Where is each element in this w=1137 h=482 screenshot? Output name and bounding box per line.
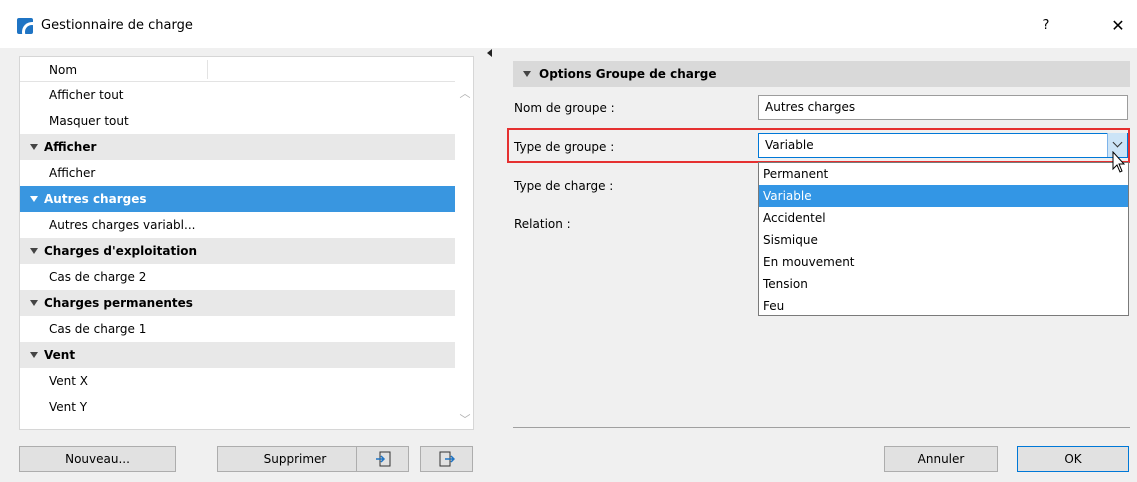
tree-row-label: Vent — [44, 348, 76, 362]
expand-triangle-icon[interactable] — [30, 196, 38, 202]
group-name-label: Nom de groupe : — [514, 101, 615, 115]
ok-button[interactable]: OK — [1017, 446, 1129, 472]
expand-triangle-icon[interactable] — [30, 144, 38, 150]
tree-item-row[interactable]: Vent Y — [20, 394, 455, 420]
tree-column-header[interactable]: Nom — [20, 57, 455, 82]
group-type-label: Type de groupe : — [514, 140, 615, 154]
tree-row-label: Autres charges — [44, 192, 147, 206]
tree-row-label: Afficher tout — [49, 88, 124, 102]
tree-row-label: Cas de charge 1 — [49, 322, 147, 336]
tree-group-row[interactable]: Charges permanentes — [20, 290, 455, 316]
load-group-tree[interactable]: Nom Afficher tout Masquer tout Afficher Aff… — [19, 56, 474, 430]
tree-item-row[interactable]: Vent X — [20, 368, 455, 394]
group-type-select[interactable]: Variable — [758, 133, 1128, 158]
dropdown-option[interactable]: Sismique — [759, 229, 1128, 251]
tree-row-label: Afficher — [49, 166, 96, 180]
expand-triangle-icon[interactable] — [30, 248, 38, 254]
import-icon — [375, 451, 390, 467]
dropdown-option[interactable]: Variable — [759, 185, 1128, 207]
export-button[interactable] — [420, 446, 473, 472]
tree-rows: Afficher tout Masquer tout Afficher Affiche… — [20, 82, 455, 420]
tree-item-row[interactable]: Cas de charge 1 — [20, 316, 455, 342]
dropdown-option[interactable]: Tension — [759, 273, 1128, 295]
column-separator[interactable] — [207, 60, 208, 79]
title-bar: Gestionnaire de charge ? ✕ — [0, 0, 1137, 48]
tree-group-row[interactable]: Vent — [20, 342, 455, 368]
tree-row-label: Charges d'exploitation — [44, 244, 198, 258]
tree-item-row[interactable]: Afficher — [20, 160, 455, 186]
divider — [513, 427, 1130, 428]
export-icon — [439, 451, 455, 467]
tree-group-row[interactable]: Autres charges — [20, 186, 455, 212]
dropdown-option[interactable]: Feu — [759, 295, 1128, 317]
close-button[interactable]: ✕ — [1104, 14, 1132, 38]
expand-triangle-icon — [523, 71, 531, 77]
group-type-dropdown-list[interactable]: Permanent Variable Accidentel Sismique En mo… — [758, 162, 1129, 316]
options-section-header[interactable]: Options Groupe de charge — [513, 61, 1130, 87]
delete-button[interactable]: Supprimer — [217, 446, 373, 472]
tree-row-label: Vent Y — [49, 400, 88, 414]
tree-item-row[interactable]: Masquer tout — [20, 108, 455, 134]
window-title: Gestionnaire de charge — [41, 18, 193, 33]
load-type-label: Type de charge : — [514, 179, 614, 193]
tree-item-row[interactable]: Autres charges variabl... — [20, 212, 455, 238]
dropdown-option[interactable]: Accidentel — [759, 207, 1128, 229]
scroll-up-icon[interactable]: ︿ — [458, 85, 472, 100]
cancel-button[interactable]: Annuler — [884, 446, 998, 472]
app-icon — [17, 18, 33, 34]
tree-row-label: Autres charges variabl... — [49, 218, 196, 232]
new-button[interactable]: Nouveau... — [19, 446, 176, 472]
tree-row-label: Masquer tout — [49, 114, 129, 128]
expand-triangle-icon[interactable] — [30, 300, 38, 306]
tree-group-row[interactable]: Charges d'exploitation — [20, 238, 455, 264]
tree-group-row[interactable]: Afficher — [20, 134, 455, 160]
dropdown-option[interactable]: Permanent — [759, 163, 1128, 185]
dropdown-option[interactable]: En mouvement — [759, 251, 1128, 273]
tree-item-row[interactable]: Cas de charge 2 — [20, 264, 455, 290]
relation-label: Relation : — [514, 217, 571, 231]
scroll-down-icon[interactable]: ﹀ — [458, 411, 472, 426]
tree-row-label: Vent X — [49, 374, 89, 388]
tree-row-label: Charges permanentes — [44, 296, 193, 310]
group-name-input[interactable]: Autres charges — [758, 95, 1128, 120]
mouse-cursor-icon — [1112, 151, 1126, 173]
options-section-title: Options Groupe de charge — [539, 67, 717, 81]
tree-item-row[interactable]: Afficher tout — [20, 82, 455, 108]
help-button[interactable]: ? — [1034, 14, 1058, 38]
column-name-label: Nom — [49, 63, 78, 77]
import-button[interactable] — [356, 446, 409, 472]
expand-triangle-icon[interactable] — [30, 352, 38, 358]
collapse-panel-icon[interactable] — [487, 49, 492, 57]
tree-row-label: Cas de charge 2 — [49, 270, 147, 284]
